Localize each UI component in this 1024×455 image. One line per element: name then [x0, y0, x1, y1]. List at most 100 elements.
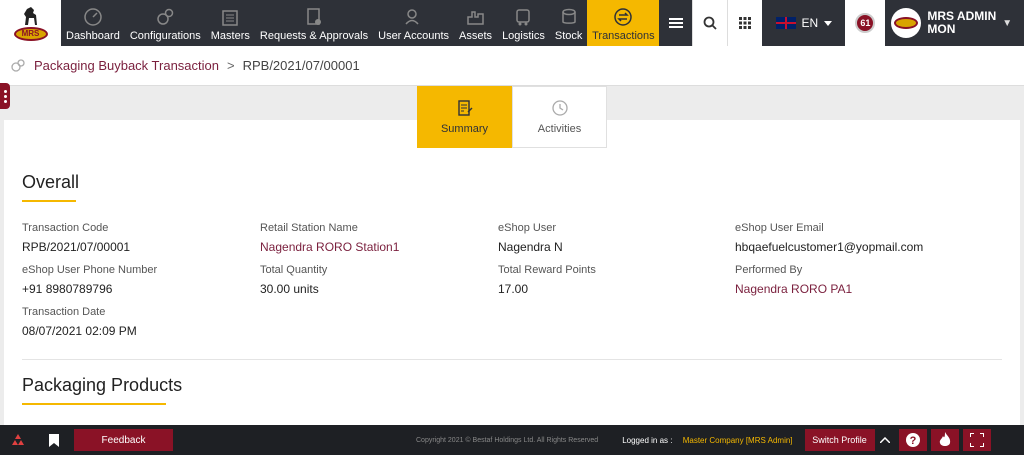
- nav-label: Transactions: [592, 30, 655, 42]
- mrs-logo[interactable]: MRS: [0, 0, 61, 46]
- feedback-button[interactable]: Feedback: [74, 429, 173, 451]
- field-label: Transaction Date: [22, 306, 106, 318]
- field-eshop-user: eShop User Nagendra N: [498, 222, 728, 254]
- nav-user-accounts[interactable]: User Accounts: [373, 0, 454, 46]
- nav-label: Dashboard: [66, 30, 120, 42]
- field-label: Total Quantity: [260, 264, 328, 276]
- nav-assets[interactable]: Assets: [454, 0, 497, 46]
- notification-count: 61: [855, 13, 876, 33]
- copyright-text: Copyright 2021 © Bestaf Holdings Ltd. Al…: [416, 436, 599, 444]
- question-icon: ?: [905, 433, 920, 447]
- chevron-up-icon: [879, 437, 890, 443]
- top-navbar: MRS Dashboard Configurations Masters Req…: [0, 0, 1024, 46]
- field-value: RPB/2021/07/00001: [22, 240, 131, 254]
- breadcrumb: Packaging Buyback Transaction > RPB/2021…: [0, 46, 1024, 86]
- fire-button[interactable]: [930, 429, 959, 451]
- fullscreen-button[interactable]: [962, 429, 991, 451]
- field-retail-station-name: Retail Station Name Nagendra RORO Statio…: [260, 222, 490, 254]
- field-value: 30.00 units: [260, 282, 319, 296]
- nav-label: Requests & Approvals: [259, 30, 369, 42]
- horse-icon: [23, 7, 37, 25]
- uk-flag-icon: [775, 17, 796, 29]
- logistics-icon: [516, 9, 531, 26]
- main-nav: Dashboard Configurations Masters Request…: [61, 0, 660, 46]
- breadcrumb-parent-link[interactable]: Packaging Buyback Transaction: [34, 58, 219, 73]
- tab-activities[interactable]: Activities: [512, 86, 607, 148]
- nav-label: User Accounts: [378, 30, 450, 42]
- breadcrumb-current: RPB/2021/07/00001: [242, 58, 360, 73]
- field-eshop-user-email: eShop User Email hbqaefuelcustomer1@yopm…: [735, 222, 965, 254]
- transactions-icon: [614, 8, 633, 26]
- nav-label: Stock: [554, 30, 583, 42]
- field-value: Nagendra N: [498, 240, 563, 254]
- expand-up-button[interactable]: [875, 425, 895, 455]
- field-label: eShop User Email: [735, 222, 824, 234]
- search-button[interactable]: [692, 0, 728, 46]
- gears-icon: [11, 58, 25, 72]
- recycle-button[interactable]: [0, 425, 36, 455]
- field-transaction-code: Transaction Code RPB/2021/07/00001: [22, 222, 252, 254]
- field-label: eShop User Phone Number: [22, 264, 158, 276]
- nav-masters[interactable]: Masters: [206, 0, 255, 46]
- footer-bar: Feedback Copyright 2021 © Bestaf Holding…: [0, 425, 1024, 455]
- field-value: 17.00: [498, 282, 529, 296]
- tab-summary[interactable]: Summary: [417, 86, 512, 148]
- fire-icon: [939, 432, 950, 446]
- field-value: 08/07/2021 02:09 PM: [22, 324, 137, 338]
- dashboard-icon: [84, 8, 102, 26]
- retail-station-link[interactable]: Nagendra RORO Station1: [260, 240, 490, 254]
- nav-label: Assets: [459, 30, 493, 42]
- bookmark-button[interactable]: [36, 425, 72, 455]
- nav-logistics[interactable]: Logistics: [497, 0, 550, 46]
- requests-icon: [307, 8, 321, 25]
- nav-requests-approvals[interactable]: Requests & Approvals: [255, 0, 373, 46]
- hamburger-menu-button[interactable]: [659, 0, 693, 46]
- nav-transactions[interactable]: Transactions: [587, 0, 660, 46]
- chevron-down-icon: ▼: [1002, 17, 1013, 29]
- tab-label: Summary: [440, 123, 489, 135]
- field-label: Retail Station Name: [260, 222, 358, 234]
- detail-tabs: Summary Activities: [417, 86, 607, 148]
- field-label: Transaction Code: [22, 222, 109, 234]
- gears-icon: [157, 8, 174, 25]
- nav-label: Configurations: [129, 30, 201, 42]
- field-performed-by: Performed By Nagendra RORO PA1: [735, 264, 965, 296]
- language-selector[interactable]: EN: [762, 0, 846, 46]
- overall-title-text: Overall: [22, 172, 80, 192]
- user-org: MON: [927, 22, 956, 36]
- summary-icon: [457, 100, 472, 116]
- help-button[interactable]: ?: [898, 429, 927, 451]
- nav-label: Masters: [210, 30, 250, 42]
- field-transaction-date: Transaction Date 08/07/2021 02:09 PM: [22, 306, 252, 338]
- notifications-button[interactable]: 61: [845, 0, 886, 46]
- nav-stock[interactable]: Stock: [550, 0, 588, 46]
- hamburger-icon: [668, 16, 683, 30]
- activities-icon: [551, 100, 568, 116]
- masters-icon: [222, 10, 239, 26]
- caret-down-icon: [824, 20, 833, 26]
- side-panel-toggle[interactable]: [0, 83, 10, 109]
- field-value: +91 8980789796: [22, 282, 113, 296]
- logged-in-info: Logged in as : Master Company [MRS Admin…: [622, 436, 792, 445]
- field-total-quantity: Total Quantity 30.00 units: [260, 264, 490, 296]
- bookmark-icon: [49, 433, 59, 447]
- logged-in-value: Master Company [MRS Admin]: [682, 435, 793, 445]
- tab-label: Activities: [537, 123, 582, 135]
- stock-icon: [561, 8, 576, 24]
- field-phone-number: eShop User Phone Number +91 8980789796: [22, 264, 252, 296]
- field-label: eShop User: [498, 222, 557, 234]
- field-label: Total Reward Points: [498, 264, 596, 276]
- logged-in-label: Logged in as :: [622, 435, 673, 445]
- logo-text: MRS: [13, 27, 48, 41]
- nav-label: Logistics: [502, 30, 545, 42]
- recycle-icon: [12, 434, 24, 445]
- fullscreen-icon: [969, 433, 984, 447]
- performed-by-link[interactable]: Nagendra RORO PA1: [735, 282, 965, 296]
- nav-dashboard[interactable]: Dashboard: [61, 0, 125, 46]
- field-value: hbqaefuelcustomer1@yopmail.com: [735, 240, 924, 254]
- nav-configurations[interactable]: Configurations: [125, 0, 206, 46]
- user-menu[interactable]: MRS ADMIN MON ▼: [885, 0, 1024, 46]
- switch-profile-button[interactable]: Switch Profile: [804, 429, 875, 451]
- language-label: EN: [801, 16, 819, 30]
- apps-grid-button[interactable]: [727, 0, 763, 46]
